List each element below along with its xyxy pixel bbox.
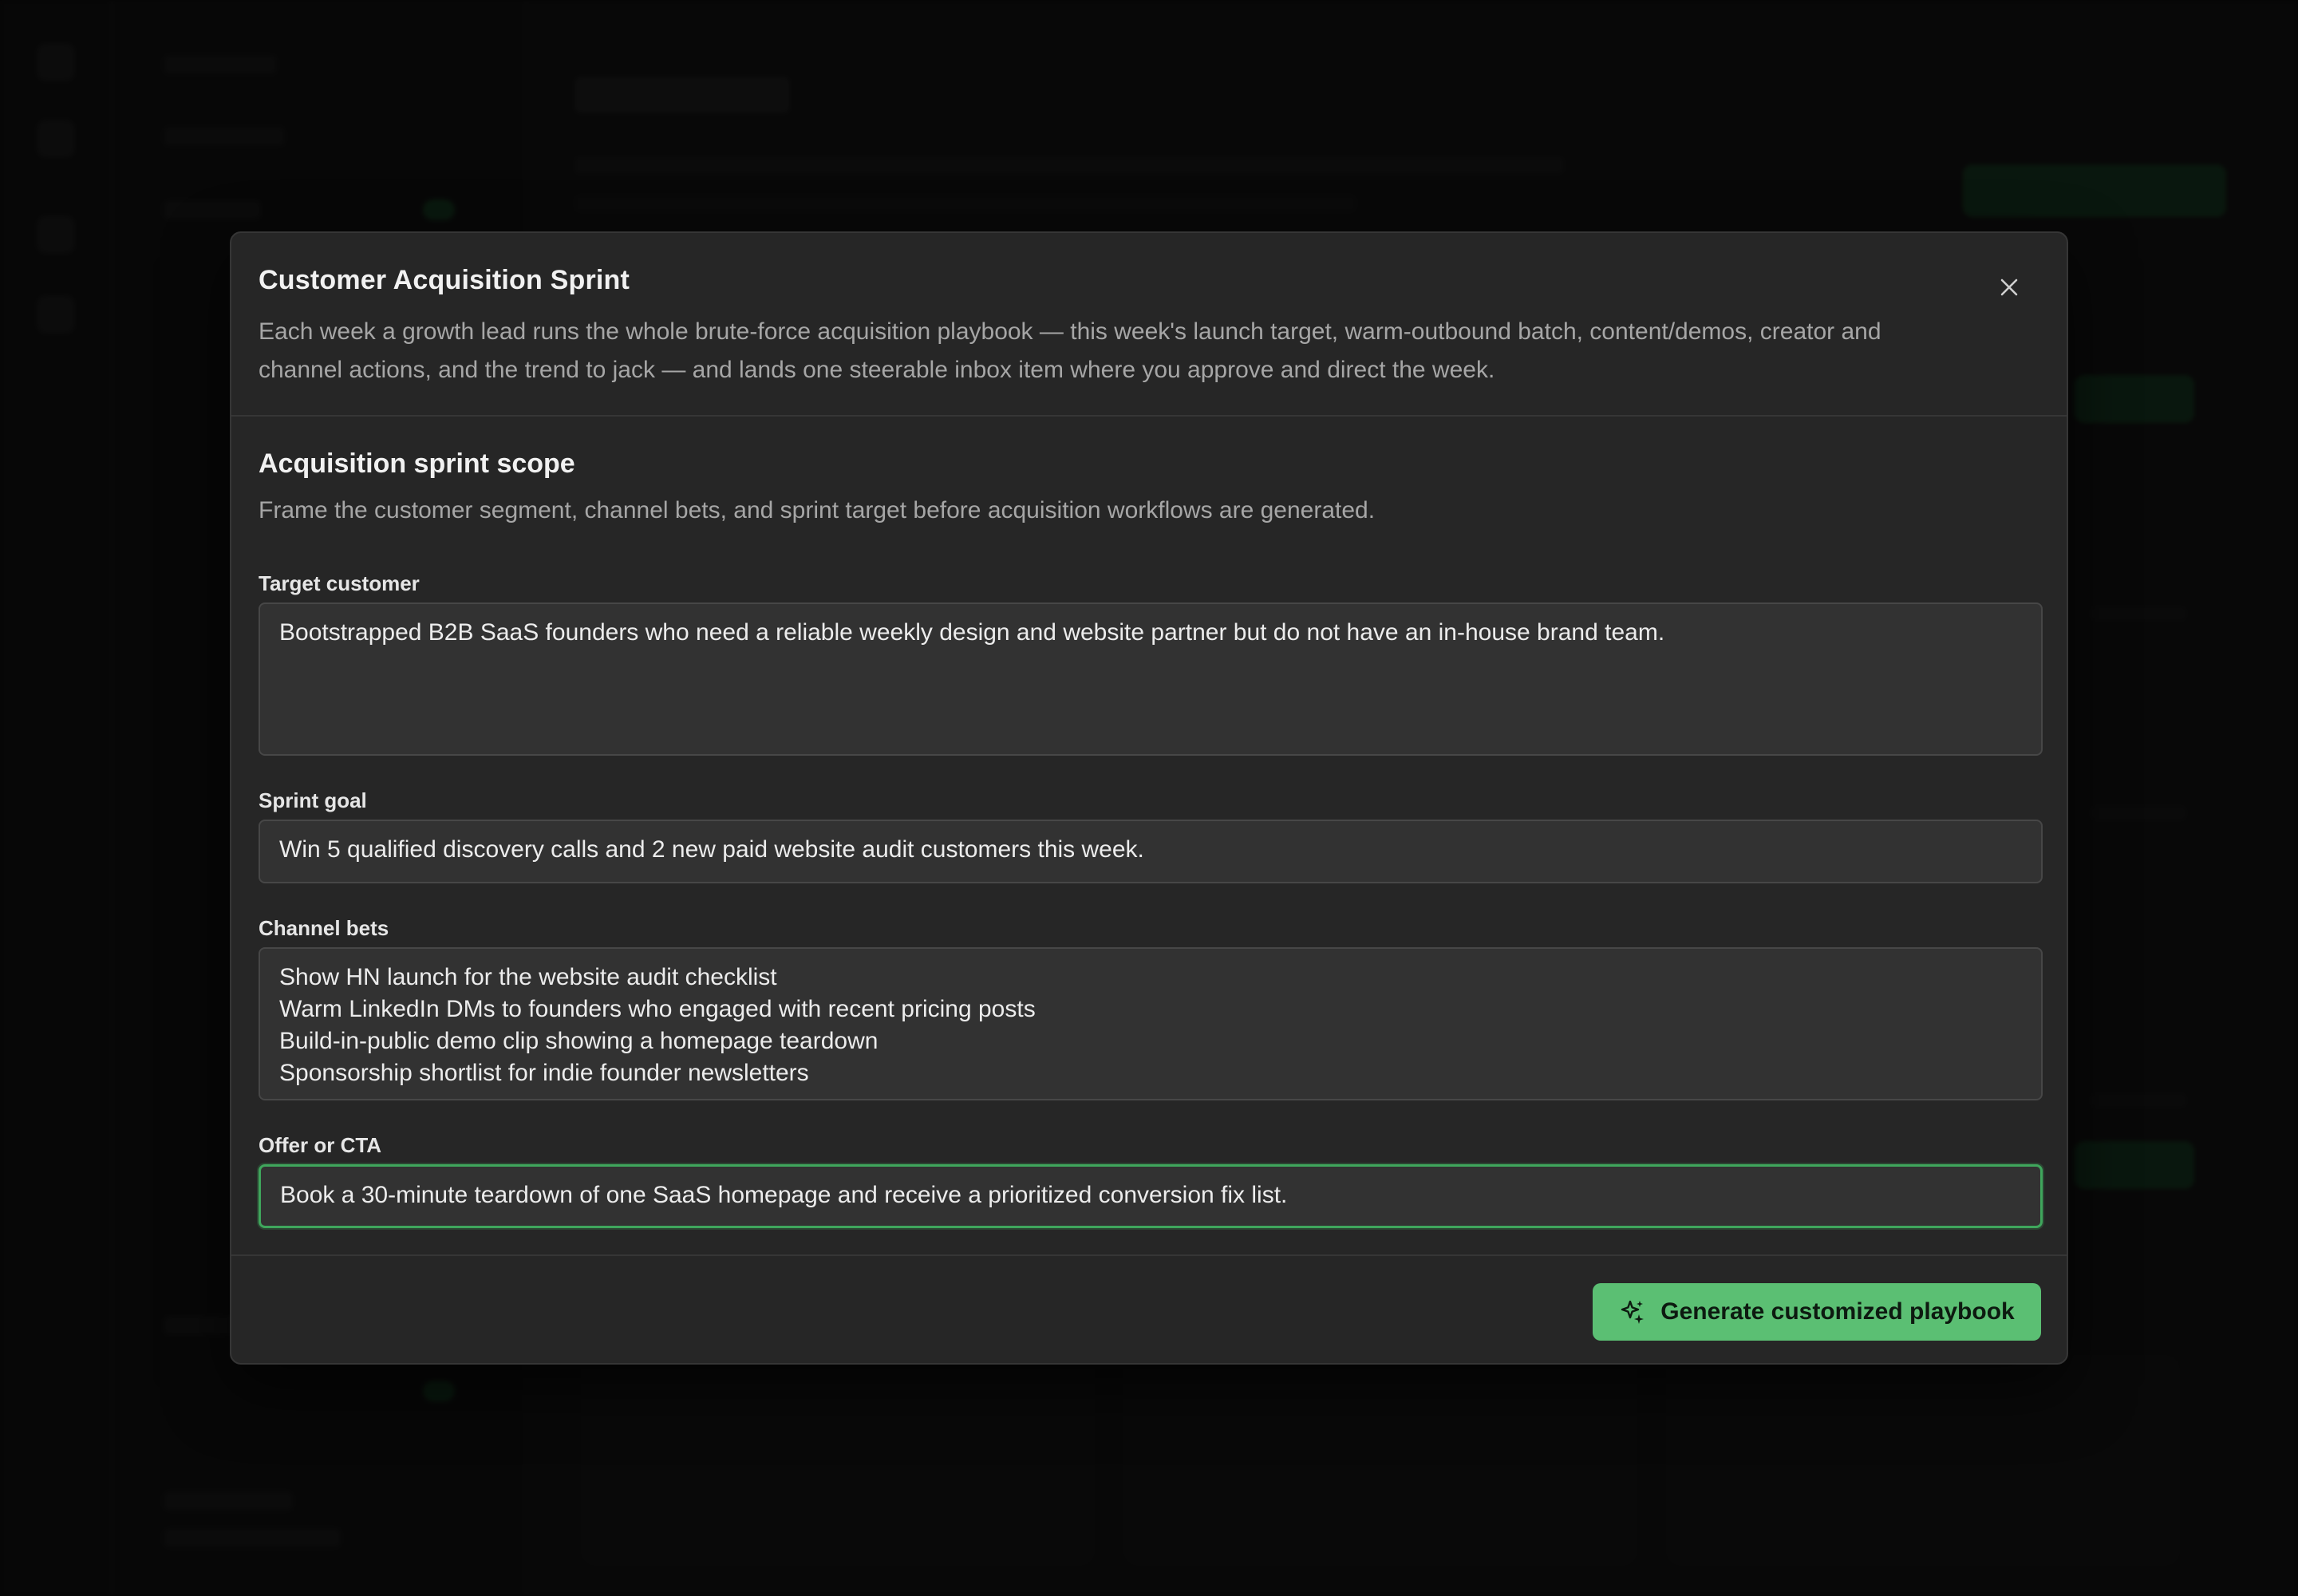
acquisition-sprint-modal: Customer Acquisition Sprint Each week a …: [230, 231, 2068, 1365]
section-title: Acquisition sprint scope: [259, 448, 575, 479]
channel-bet-line: Build-in-public demo clip showing a home…: [279, 1028, 879, 1054]
target-customer-label: Target customer: [259, 571, 420, 595]
close-button[interactable]: [1987, 265, 2031, 310]
modal-title: Customer Acquisition Sprint: [259, 265, 630, 295]
channel-bet-line: Sponsorship shortlist for indie founder …: [279, 1060, 809, 1086]
channel-bets-textarea[interactable]: Show HN launch for the website audit che…: [259, 947, 2043, 1100]
sparkles-icon: [1621, 1300, 1645, 1324]
channel-bets-label: Channel bets: [259, 916, 389, 940]
modal-header: Customer Acquisition Sprint Each week a …: [231, 233, 2067, 417]
close-icon: [2000, 279, 2018, 296]
generate-playbook-label: Generate customized playbook: [1660, 1298, 2015, 1325]
channel-bet-line: Warm LinkedIn DMs to founders who engage…: [279, 996, 1036, 1022]
target-customer-textarea[interactable]: Bootstrapped B2B SaaS founders who need …: [259, 602, 2043, 756]
offer-cta-input[interactable]: Book a 30-minute teardown of one SaaS ho…: [259, 1164, 2043, 1228]
section-description: Frame the customer segment, channel bets…: [259, 497, 1376, 523]
generate-playbook-button[interactable]: Generate customized playbook: [1593, 1283, 2041, 1341]
modal-description: Each week a growth lead runs the whole b…: [259, 318, 1881, 383]
sprint-goal-label: Sprint goal: [259, 788, 367, 812]
channel-bet-line: Show HN launch for the website audit che…: [279, 964, 777, 990]
offer-cta-label: Offer or CTA: [259, 1133, 382, 1157]
sprint-goal-input[interactable]: Win 5 qualified discovery calls and 2 ne…: [259, 820, 2043, 883]
